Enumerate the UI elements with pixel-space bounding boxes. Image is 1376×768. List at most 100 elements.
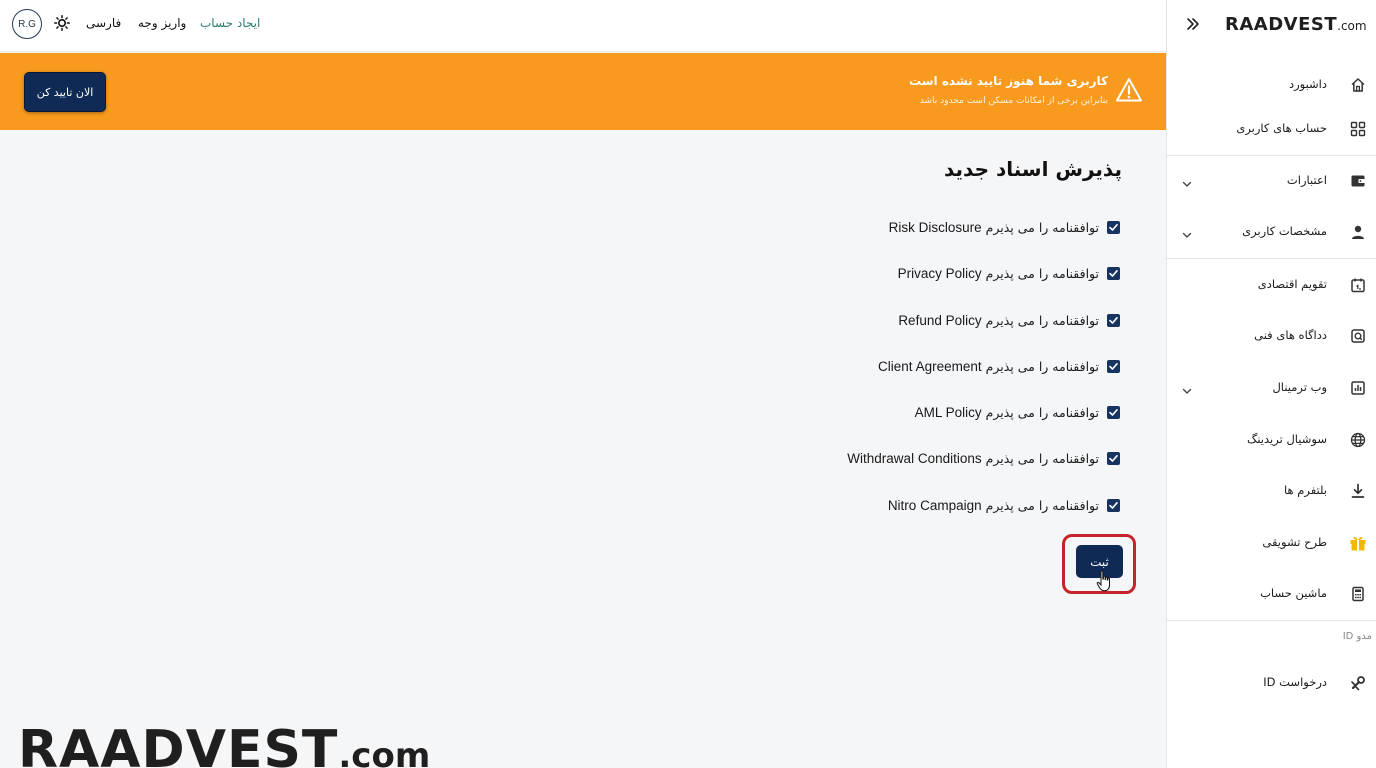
sidebar-item-label: درخواست ID	[1263, 675, 1327, 689]
sidebar-item-label: وب ترمینال	[1272, 380, 1327, 394]
main-area: R.G فارسی واریز وجه ایجاد حساب الان تایی…	[0, 0, 1166, 768]
divider	[1167, 258, 1376, 259]
deposit-link[interactable]: واریز وجه	[138, 16, 186, 30]
section-label: مدو ID	[1342, 631, 1372, 642]
agreement-privacy-policy: توافقنامه را می پذیرم Privacy Policy	[898, 263, 1120, 283]
agreement-checkbox[interactable]	[1107, 451, 1120, 465]
chevron-down-icon[interactable]	[1181, 226, 1193, 238]
agreement-prefix: توافقنامه را می پذیرم	[985, 219, 1099, 235]
download-icon	[1349, 482, 1367, 500]
agreement-label: توافقنامه را می پذیرم Privacy Policy	[898, 266, 1099, 281]
sidebar-item-platforms[interactable]: بلتفرم ها	[1167, 471, 1376, 511]
agreement-label: توافقنامه را می پذیرم Risk Disclosure	[889, 220, 1099, 235]
agreement-nitro-campaign: توافقنامه را می پذیرم Nitro Campaign	[888, 495, 1120, 515]
sidebar-item-dashboard[interactable]: داشبورد	[1167, 65, 1376, 105]
agreement-prefix: توافقنامه را می پذیرم	[985, 265, 1099, 281]
verify-now-button[interactable]: الان تایید کن	[24, 72, 106, 112]
hand-cursor-icon	[1096, 570, 1112, 592]
brand-logo-suffix: .com	[1337, 19, 1367, 33]
wallet-icon	[1349, 172, 1367, 190]
calculator-icon	[1349, 585, 1367, 603]
sidebar-item-economic-calendar[interactable]: تقویم اقتصادی	[1167, 265, 1376, 305]
top-bar: R.G فارسی واریز وجه ایجاد حساب	[0, 0, 1166, 52]
chart-icon	[1349, 379, 1367, 397]
agreement-aml-policy: توافقنامه را می پذیرم AML Policy	[915, 402, 1120, 422]
agreement-refund-policy: توافقنامه را می پذیرم Refund Policy	[898, 310, 1120, 330]
watermark-suffix: .com	[338, 736, 431, 768]
warning-icon	[1116, 77, 1142, 103]
agreement-prefix: توافقنامه را می پذیرم	[985, 358, 1099, 374]
banner-title: کاربری شما هنوز تایید نشده است	[909, 74, 1108, 88]
user-icon	[1349, 223, 1367, 241]
language-selector[interactable]: فارسی	[86, 16, 121, 30]
sidebar-item-profile[interactable]: مشخصات کاربری	[1167, 212, 1376, 252]
sidebar-item-calculator[interactable]: ماشین حساب	[1167, 574, 1376, 614]
agreement-prefix: توافقنامه را می پذیرم	[985, 450, 1099, 466]
sidebar-item-label: ماشین حساب	[1260, 586, 1327, 600]
agreement-checkbox[interactable]	[1107, 220, 1120, 234]
gift-icon	[1349, 534, 1367, 552]
watermark-logo: RAADVEST.com	[18, 724, 430, 768]
agreement-label: توافقنامه را می پذیرم Client Agreement	[878, 359, 1099, 374]
sidebar-item-web-terminal[interactable]: وب ترمینال	[1167, 368, 1376, 408]
agreement-risk-disclosure: توافقنامه را می پذیرم Risk Disclosure	[889, 217, 1120, 237]
agreement-checkbox[interactable]	[1107, 266, 1120, 280]
agreement-label: توافقنامه را می پذیرم Withdrawal Conditi…	[847, 451, 1099, 466]
sidebar-item-incentive-plan[interactable]: طرح تشویقی	[1167, 523, 1376, 563]
sidebar-item-label: حساب های کاربری	[1236, 121, 1327, 135]
sun-icon[interactable]	[54, 15, 70, 31]
agreement-name: Risk Disclosure	[888, 219, 982, 235]
sidebar-item-id-request[interactable]: درخواست ID	[1167, 663, 1376, 703]
sidebar-item-social-trading[interactable]: سوشیال تریدینگ	[1167, 420, 1376, 460]
chevrons-right-icon[interactable]	[1185, 16, 1201, 32]
agreement-name: Privacy Policy	[897, 265, 982, 281]
agreement-checkbox[interactable]	[1107, 405, 1120, 419]
calendar-icon	[1349, 276, 1367, 294]
agreement-prefix: توافقنامه را می پذیرم	[985, 312, 1099, 328]
verification-banner: الان تایید کن کاربری شما هنوز تایید نشده…	[0, 53, 1166, 130]
sidebar-item-label: تقویم اقتصادی	[1257, 277, 1327, 291]
agreement-label: توافقنامه را می پذیرم Nitro Campaign	[888, 498, 1099, 513]
sidebar-item-label: بلتفرم ها	[1284, 483, 1327, 497]
sidebar-item-label: طرح تشویقی	[1262, 535, 1327, 549]
sidebar: RAADVEST.com داشبورد حساب های کاربری اعت…	[1166, 0, 1376, 768]
sidebar-item-label: مشخصات کاربری	[1242, 224, 1327, 238]
brand-logo-main: RAADVEST	[1225, 14, 1338, 35]
home-icon	[1349, 76, 1367, 94]
agreement-label: توافقنامه را می پذیرم AML Policy	[915, 405, 1099, 420]
sidebar-item-label: سوشیال تریدینگ	[1247, 432, 1327, 446]
agreement-client-agreement: توافقنامه را می پذیرم Client Agreement	[878, 356, 1120, 376]
globe-icon	[1349, 431, 1367, 449]
banner-subtitle: بنابراین برخی از امکانات مسکن است محدود …	[919, 96, 1108, 106]
technical-icon	[1349, 327, 1367, 345]
agreement-name: Nitro Campaign	[887, 497, 982, 513]
sidebar-item-technical[interactable]: دداگاه های فنی	[1167, 316, 1376, 356]
sidebar-item-accounts[interactable]: حساب های کاربری	[1167, 109, 1376, 149]
agreement-name: Refund Policy	[898, 312, 982, 328]
grid-icon	[1349, 120, 1367, 138]
divider	[1167, 155, 1376, 156]
watermark-main: RAADVEST	[18, 720, 339, 768]
sidebar-item-label: اعتبارات	[1286, 173, 1327, 187]
sidebar-item-label: داشبورد	[1288, 77, 1327, 91]
tools-icon	[1349, 674, 1367, 692]
agreement-checkbox[interactable]	[1107, 313, 1120, 327]
agreement-prefix: توافقنامه را می پذیرم	[985, 404, 1099, 420]
chevron-down-icon[interactable]	[1181, 175, 1193, 187]
agreement-name: AML Policy	[914, 404, 982, 420]
chevron-down-icon[interactable]	[1181, 382, 1193, 394]
agreement-withdrawal-conditions: توافقنامه را می پذیرم Withdrawal Conditi…	[847, 448, 1120, 468]
agreement-prefix: توافقنامه را می پذیرم	[985, 497, 1099, 513]
agreement-name: Withdrawal Conditions	[847, 450, 982, 466]
avatar[interactable]: R.G	[12, 9, 42, 39]
sidebar-item-label: دداگاه های فنی	[1254, 328, 1327, 342]
create-account-link[interactable]: ایجاد حساب	[200, 16, 260, 30]
divider	[1167, 620, 1376, 621]
brand-logo[interactable]: RAADVEST.com	[1225, 16, 1367, 34]
page-title: پذیرش اسناد جدید	[943, 157, 1122, 181]
agreement-label: توافقنامه را می پذیرم Refund Policy	[898, 313, 1099, 328]
agreement-checkbox[interactable]	[1107, 498, 1120, 512]
agreement-name: Client Agreement	[878, 358, 982, 374]
sidebar-item-credits[interactable]: اعتبارات	[1167, 161, 1376, 201]
agreement-checkbox[interactable]	[1107, 359, 1120, 373]
